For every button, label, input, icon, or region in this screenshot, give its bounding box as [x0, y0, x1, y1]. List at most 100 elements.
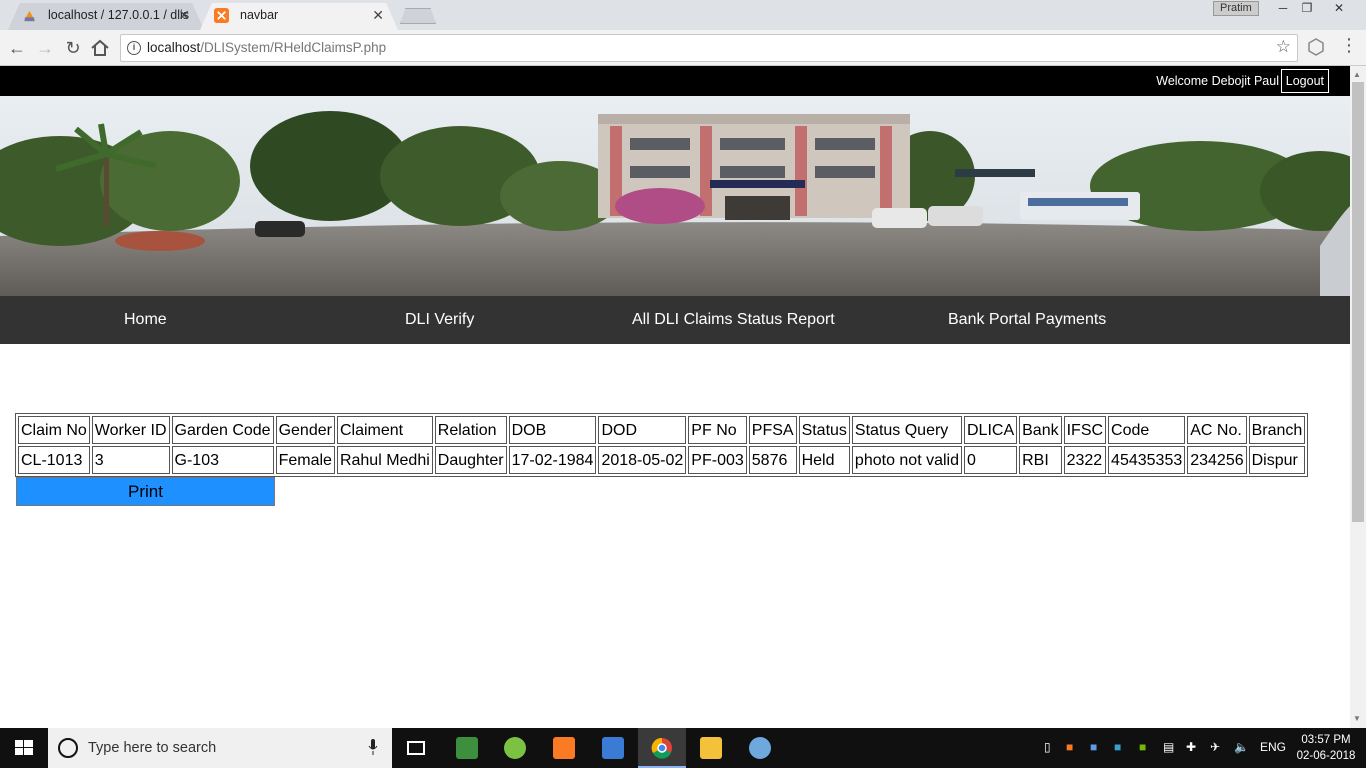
clock-time: 03:57 PM	[1301, 734, 1351, 746]
minimize-icon[interactable]: ─	[1270, 0, 1296, 17]
virtualbox-app-icon[interactable]	[589, 728, 637, 768]
cell-bank: RBI	[1019, 446, 1062, 474]
browser-toolbar: ← → ↻ i localhost/DLISystem/RHeldClaimsP…	[0, 30, 1366, 66]
back-icon[interactable]: ←	[5, 36, 29, 60]
column-header: PFSA	[748, 416, 797, 444]
column-header: DLICA	[964, 416, 1018, 444]
nav-bank-portal-payments[interactable]: Bank Portal Payments	[948, 311, 1106, 329]
column-header: DOB	[508, 416, 597, 444]
extension-icon[interactable]	[1307, 38, 1325, 56]
close-tab-icon[interactable]: ✕	[178, 3, 190, 27]
page-content: Welcome Debojit Paul Logout Home DLI Ver…	[0, 66, 1350, 728]
print-button[interactable]: Print	[16, 477, 275, 506]
info-icon[interactable]: i	[127, 41, 141, 55]
notepad-app-icon[interactable]	[443, 728, 491, 768]
cell-pf-no: PF-003	[688, 446, 747, 474]
chrome-app-icon[interactable]	[638, 728, 686, 768]
tray-xampp-icon[interactable]: ■	[1066, 740, 1073, 754]
cell-gender: Female	[275, 446, 335, 474]
column-header: DOD	[598, 416, 687, 444]
tab-navbar[interactable]: navbar ✕	[200, 3, 398, 30]
table-header-row: Claim No Worker ID Garden Code Gender Cl…	[18, 416, 1306, 444]
tray-app-icon[interactable]: ■	[1114, 740, 1121, 754]
home-icon[interactable]	[90, 39, 110, 57]
cell-code: 45435353	[1108, 446, 1186, 474]
cell-claim-no: CL-1013	[18, 446, 90, 474]
url-text[interactable]: localhost/DLISystem/RHeldClaimsP.php	[147, 40, 386, 55]
column-header: Relation	[434, 416, 507, 444]
bookmark-star-icon[interactable]: ☆	[1276, 37, 1291, 57]
new-tab-button[interactable]	[400, 8, 436, 24]
cell-garden-code: G-103	[171, 446, 274, 474]
address-bar[interactable]: i localhost/DLISystem/RHeldClaimsP.php ☆	[120, 34, 1298, 62]
column-header: Claim No	[18, 416, 90, 444]
profile-button[interactable]: Pratim	[1213, 1, 1259, 16]
column-header: Claiment	[336, 416, 433, 444]
cell-ac-no: 234256	[1187, 446, 1247, 474]
column-header: Garden Code	[171, 416, 274, 444]
tray-keyboard-icon[interactable]: ▤	[1163, 740, 1174, 754]
scrollbar-thumb[interactable]	[1352, 82, 1364, 522]
nav-dli-verify[interactable]: DLI Verify	[405, 311, 474, 329]
page-scrollbar[interactable]: ▲ ▼	[1350, 66, 1366, 728]
table-row: CL-1013 3 G-103 Female Rahul Medhi Daugh…	[18, 446, 1306, 474]
xampp-app-icon[interactable]	[540, 728, 588, 768]
url-path: /DLISystem/RHeldClaimsP.php	[200, 40, 387, 55]
cell-dlica: 0	[964, 446, 1018, 474]
windows-taskbar: Type here to search ▯ ■ ■ ■ ■ ▤ ✚ ✈ 🔈 EN…	[0, 728, 1366, 768]
search-placeholder: Type here to search	[88, 740, 217, 756]
paint-app-icon[interactable]	[736, 728, 784, 768]
scroll-up-icon[interactable]: ▲	[1353, 70, 1361, 79]
cell-status: Held	[798, 446, 850, 474]
column-header: PF No	[688, 416, 747, 444]
column-header: Code	[1108, 416, 1186, 444]
main-navigation: Home DLI Verify All DLI Claims Status Re…	[0, 296, 1350, 344]
welcome-text: Welcome Debojit Paul	[1156, 74, 1279, 88]
column-header: Gender	[275, 416, 335, 444]
file-explorer-app-icon[interactable]	[687, 728, 735, 768]
tray-nvidia-icon[interactable]: ■	[1139, 740, 1146, 754]
cell-pfsa: 5876	[748, 446, 797, 474]
cell-claiment: Rahul Medhi	[336, 446, 433, 474]
nav-home[interactable]: Home	[124, 311, 167, 329]
tab-title: localhost / 127.0.0.1 / dlis	[48, 8, 190, 22]
cell-ifsc: 2322	[1063, 446, 1107, 474]
tray-language[interactable]: ENG	[1260, 740, 1286, 754]
tray-volume-icon[interactable]: 🔈	[1234, 740, 1249, 754]
window-close-icon[interactable]: ✕	[1326, 0, 1352, 17]
cell-dod: 2018-05-02	[598, 446, 687, 474]
tray-security-icon[interactable]: ✚	[1186, 740, 1196, 754]
utorrent-app-icon[interactable]	[491, 728, 539, 768]
tab-title: navbar	[240, 8, 279, 22]
column-header: Status	[798, 416, 850, 444]
column-header: IFSC	[1063, 416, 1107, 444]
banner-photo	[0, 96, 1350, 296]
taskbar-clock[interactable]: 03:57 PM 02-06-2018	[1292, 732, 1360, 764]
forward-icon[interactable]: →	[33, 36, 57, 60]
cell-branch: Dispur	[1248, 446, 1306, 474]
browser-menu-icon[interactable]: ⋮	[1340, 35, 1358, 56]
taskbar-search[interactable]: Type here to search	[48, 728, 392, 768]
cell-worker-id: 3	[91, 446, 170, 474]
cell-status-query: photo not valid	[851, 446, 962, 474]
logout-button[interactable]: Logout	[1280, 69, 1329, 93]
tray-usb-icon[interactable]: ▯	[1044, 740, 1051, 754]
column-header: Branch	[1248, 416, 1306, 444]
url-host: localhost	[147, 40, 201, 55]
column-header: Bank	[1019, 416, 1062, 444]
held-claims-table: Claim No Worker ID Garden Code Gender Cl…	[15, 413, 1309, 477]
close-tab-icon[interactable]: ✕	[372, 3, 384, 27]
reload-icon[interactable]: ↻	[61, 36, 85, 60]
tray-network-drive-icon[interactable]: ■	[1090, 740, 1097, 754]
cortana-icon	[58, 738, 78, 758]
cell-relation: Daughter	[434, 446, 507, 474]
nav-all-dli-claims-status-report[interactable]: All DLI Claims Status Report	[632, 311, 835, 329]
tray-network-icon[interactable]: ✈	[1210, 740, 1220, 754]
tab-phpmyadmin[interactable]: localhost / 127.0.0.1 / dlis ✕	[8, 3, 204, 30]
windows-start-icon[interactable]	[0, 728, 48, 768]
restore-icon[interactable]: ❐	[1294, 0, 1320, 17]
scroll-down-icon[interactable]: ▼	[1353, 714, 1361, 723]
top-user-bar: Welcome Debojit Paul Logout	[0, 66, 1350, 96]
task-view-icon[interactable]	[392, 728, 440, 768]
microphone-icon[interactable]	[368, 739, 378, 755]
